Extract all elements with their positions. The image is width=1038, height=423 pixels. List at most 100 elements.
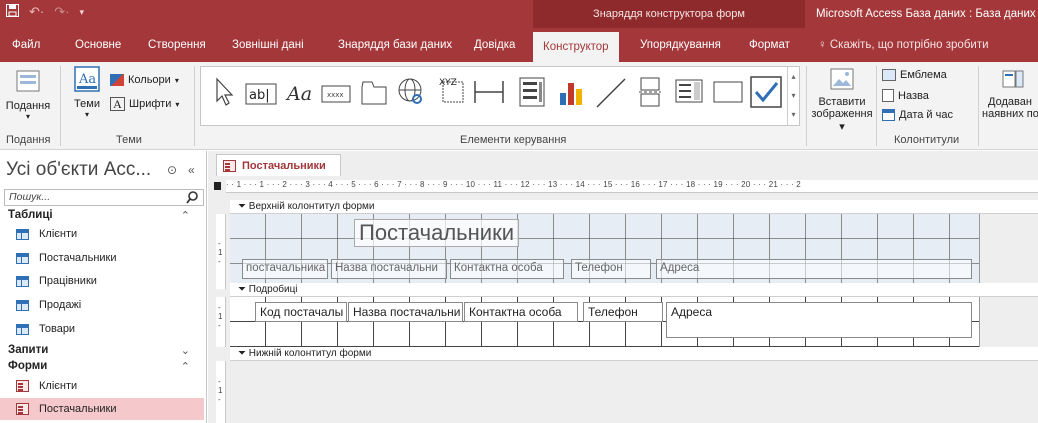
checkbox-control-icon[interactable] bbox=[749, 75, 783, 109]
hyperlink-globe-icon[interactable] bbox=[397, 77, 427, 107]
add-fields-label-2: наявних по bbox=[982, 108, 1038, 120]
nav-item-table-suppliers[interactable]: Постачальники bbox=[0, 247, 204, 269]
detail-field-address[interactable]: Адреса bbox=[666, 302, 972, 338]
detail-field-contact[interactable]: Контактна особа bbox=[464, 302, 578, 322]
title-label: Назва bbox=[898, 89, 929, 102]
section-tables[interactable]: Таблиці ⌃ bbox=[8, 209, 198, 222]
form-selector[interactable] bbox=[214, 182, 221, 190]
table-icon bbox=[16, 275, 29, 287]
themes-button[interactable]: Aa Теми ▾ bbox=[70, 66, 104, 119]
group-divider bbox=[876, 66, 877, 146]
nav-item-table-sales[interactable]: Продажі bbox=[0, 294, 204, 316]
tab-control-icon[interactable] bbox=[361, 81, 387, 105]
nav-item-table-products[interactable]: Товари bbox=[0, 318, 204, 340]
chevron-up-icon: ⌃ bbox=[180, 361, 190, 373]
button-control-icon[interactable]: xxxx bbox=[321, 85, 351, 103]
save-icon[interactable] bbox=[6, 4, 19, 20]
combo-box-icon[interactable] bbox=[675, 79, 703, 103]
form-title-label[interactable]: Постачальники bbox=[354, 219, 519, 247]
nav-item-table-clients[interactable]: Клієнти bbox=[0, 223, 204, 245]
nav-item-form-clients[interactable]: Клієнти bbox=[0, 375, 204, 397]
chart-control-icon[interactable] bbox=[557, 77, 585, 107]
tell-me-box[interactable]: ♀ Скажіть, що потрібно зробити bbox=[818, 28, 989, 62]
tab-file[interactable]: Файл bbox=[12, 28, 40, 62]
title-bar: ↶· ↷· ▾ Знаряддя конструктора форм Micro… bbox=[0, 0, 1038, 28]
rectangle-control-icon[interactable] bbox=[713, 81, 743, 103]
detail-field-phone[interactable]: Телефон bbox=[583, 302, 663, 322]
section-arrow-icon: ⏷ bbox=[238, 201, 246, 212]
colors-button[interactable]: Кольори ▾ bbox=[110, 74, 179, 86]
navigation-pane: Усі об'єкти Acc... ⊙ « Пошук... Таблиці ⌃… bbox=[0, 151, 207, 423]
detail-field-supplier-name[interactable]: Назва постачальни bbox=[348, 302, 463, 322]
add-existing-fields-button[interactable]: Додаван наявних по bbox=[982, 68, 1038, 120]
form-header-bar[interactable]: ⏷ Верхній колонтитул форми bbox=[230, 200, 1038, 214]
form-icon bbox=[16, 380, 29, 392]
web-browser-control-icon[interactable]: XYZ bbox=[437, 75, 465, 105]
undo-icon[interactable]: ↶· bbox=[29, 4, 44, 20]
tab-home[interactable]: Основне bbox=[75, 28, 121, 62]
tab-format[interactable]: Формат bbox=[749, 28, 790, 62]
header-label-supplier-code[interactable]: постачальника bbox=[242, 259, 328, 279]
header-label-phone[interactable]: Телефон bbox=[571, 259, 651, 279]
table-icon bbox=[16, 252, 29, 264]
vertical-ruler-detail: -1- bbox=[216, 297, 226, 347]
redo-icon[interactable]: ↷· bbox=[54, 4, 69, 20]
insert-image-button[interactable]: Вставити зображення ▾ bbox=[810, 68, 874, 133]
themes-group-label: Теми bbox=[116, 134, 142, 146]
select-pointer-icon[interactable] bbox=[213, 77, 235, 107]
detail-section-bar[interactable]: ⏷ Подробиці bbox=[230, 283, 1038, 297]
nav-item-table-employees[interactable]: Працівники bbox=[0, 270, 204, 292]
chevron-down-icon: ⌄ bbox=[180, 345, 190, 357]
date-time-button[interactable]: Дата й час bbox=[882, 109, 953, 121]
form-header-label: Верхній колонтитул форми bbox=[248, 201, 375, 212]
title-button[interactable]: Назва bbox=[882, 89, 929, 102]
header-label-address[interactable]: Адреса bbox=[656, 259, 972, 279]
vertical-ruler-footer: -1- bbox=[216, 361, 226, 423]
group-divider bbox=[194, 66, 195, 146]
section-forms[interactable]: Форми ⌃ bbox=[8, 360, 198, 373]
chevron-up-icon: ⌃ bbox=[180, 210, 190, 222]
logo-button[interactable]: Емблема bbox=[882, 69, 947, 81]
vertical-ruler-header: -1- bbox=[216, 214, 226, 289]
navigation-control-icon[interactable] bbox=[473, 79, 505, 105]
tab-help[interactable]: Довідка bbox=[474, 28, 515, 62]
text-box-icon[interactable]: ab| bbox=[245, 83, 277, 105]
app-title: Microsoft Access База даних : База даних bbox=[816, 8, 1036, 20]
fonts-button[interactable]: A Шрифти ▾ bbox=[110, 97, 179, 111]
nav-item-form-suppliers[interactable]: Постачальники bbox=[0, 398, 204, 420]
detail-field-supplier-code[interactable]: Код постачалы bbox=[255, 302, 347, 322]
search-input[interactable]: Пошук... bbox=[4, 189, 204, 206]
header-label-contact[interactable]: Контактна особа bbox=[450, 259, 564, 279]
header-label-supplier-name[interactable]: Назва постачальни bbox=[331, 259, 447, 279]
fonts-icon: A bbox=[110, 97, 125, 111]
tab-arrange[interactable]: Упорядкування bbox=[640, 28, 721, 62]
customize-qat-icon[interactable]: ▾ bbox=[79, 7, 84, 18]
option-group-icon[interactable] bbox=[519, 77, 545, 107]
section-queries[interactable]: Запити ⌄ bbox=[8, 344, 198, 357]
tab-database-tools[interactable]: Знаряддя бази даних bbox=[338, 28, 452, 62]
logo-icon bbox=[882, 69, 896, 81]
svg-text:ab|: ab| bbox=[249, 88, 270, 103]
collapse-pane-icon[interactable]: « bbox=[188, 163, 195, 177]
group-divider bbox=[978, 66, 979, 146]
group-divider bbox=[806, 66, 807, 146]
nav-pane-title[interactable]: Усі об'єкти Acc... bbox=[6, 159, 151, 181]
tab-external-data[interactable]: Зовнішні дані bbox=[232, 28, 304, 62]
colors-label: Кольори bbox=[128, 74, 171, 86]
form-icon bbox=[223, 159, 236, 172]
svg-text:Aa: Aa bbox=[285, 83, 312, 105]
colors-icon bbox=[110, 74, 124, 86]
document-tab-label: Постачальники bbox=[242, 159, 326, 172]
form-icon bbox=[16, 403, 29, 415]
gallery-scroll[interactable]: ▴ ▾ ▾ bbox=[787, 67, 799, 125]
nav-menu-chevron-icon[interactable]: ⊙ bbox=[167, 163, 177, 177]
view-button[interactable]: Подання ▾ bbox=[4, 68, 52, 121]
page-break-icon[interactable] bbox=[639, 77, 661, 107]
tab-design[interactable]: Конструктор bbox=[533, 32, 619, 62]
document-tab-suppliers[interactable]: Постачальники bbox=[216, 154, 341, 176]
search-icon[interactable] bbox=[186, 191, 199, 204]
form-footer-bar[interactable]: ⏷ Нижній колонтитул форми bbox=[230, 347, 1038, 361]
line-control-icon[interactable] bbox=[595, 75, 627, 109]
label-icon[interactable]: Aa bbox=[285, 81, 315, 105]
tab-create[interactable]: Створення bbox=[148, 28, 206, 62]
